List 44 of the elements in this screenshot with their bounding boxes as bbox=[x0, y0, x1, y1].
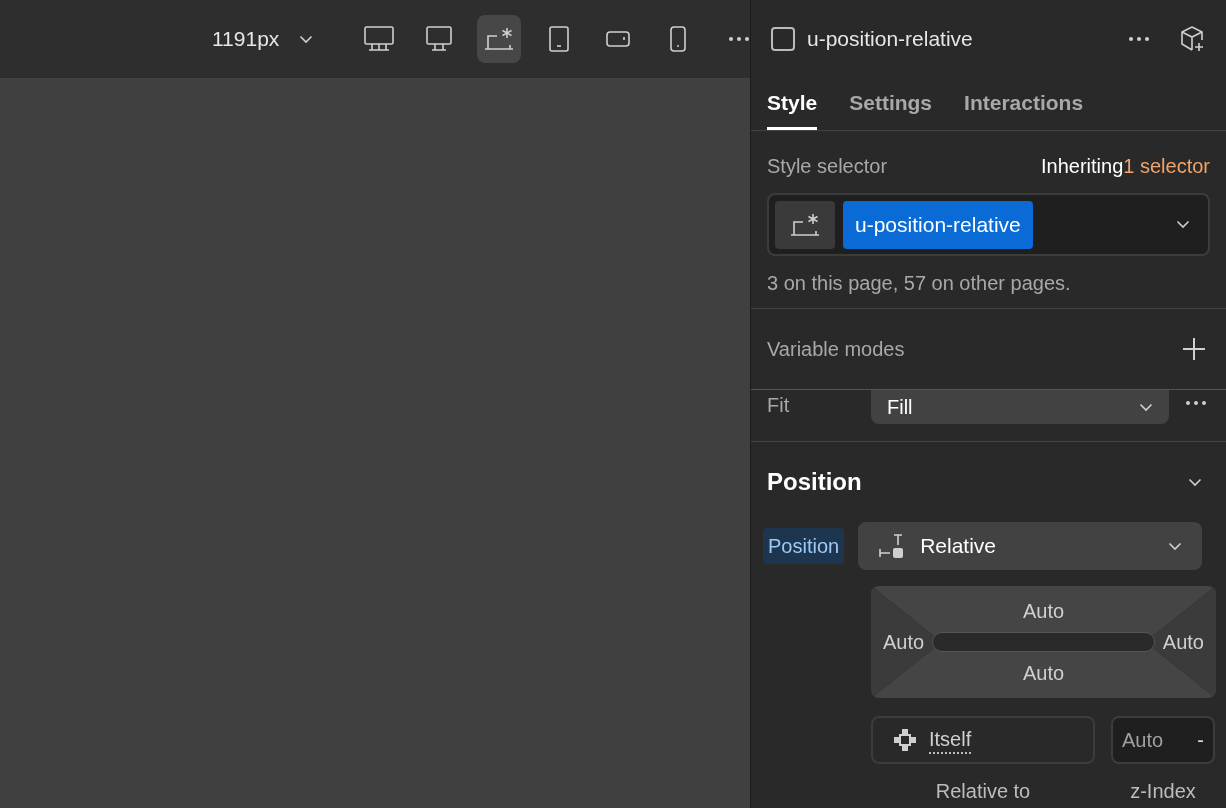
fit-dropdown[interactable]: Fill bbox=[871, 390, 1169, 424]
relative-to-field[interactable]: Itself bbox=[871, 716, 1095, 764]
element-name: u-position-relative bbox=[807, 26, 974, 53]
add-component-icon[interactable] bbox=[1178, 25, 1206, 53]
panel-tab[interactable]: Interactions bbox=[964, 78, 1084, 130]
width-dropdown[interactable]: 1191px bbox=[212, 23, 314, 55]
chevron-down-icon bbox=[1176, 220, 1190, 229]
selector-field[interactable]: u-position-relative bbox=[767, 193, 1210, 256]
fit-label: Fit bbox=[767, 393, 791, 418]
laptop-asterisk-icon bbox=[482, 25, 515, 53]
position-label: Position bbox=[763, 528, 845, 564]
panel-tab[interactable]: Style bbox=[767, 78, 818, 130]
chevron-down-icon bbox=[1188, 477, 1202, 487]
panel-tab[interactable]: Settings bbox=[849, 78, 933, 130]
relative-to-label: Relative to bbox=[934, 779, 1032, 804]
more-icon[interactable] bbox=[728, 36, 751, 42]
plus-icon[interactable] bbox=[1182, 337, 1206, 361]
z-index-label: z-Index bbox=[1129, 779, 1197, 804]
element-checkbox[interactable] bbox=[771, 27, 795, 51]
large-desktop-icon bbox=[363, 25, 396, 53]
desktop-icon bbox=[425, 25, 453, 53]
bottom-offset[interactable]: Auto bbox=[1022, 658, 1065, 688]
inherited-selector-link[interactable]: 1 selector bbox=[1123, 151, 1210, 181]
usage-text: 3 on this page, 57 on other pages. bbox=[767, 271, 1072, 296]
phone-icon bbox=[669, 25, 688, 53]
more-icon[interactable] bbox=[1128, 36, 1150, 42]
right-offset[interactable]: Auto bbox=[1162, 627, 1204, 657]
z-index-field[interactable]: Auto - bbox=[1111, 716, 1215, 764]
left-offset[interactable]: Auto bbox=[883, 627, 925, 657]
chevron-down-icon bbox=[299, 34, 314, 44]
phone-landscape-icon bbox=[605, 29, 632, 49]
tablet-icon bbox=[547, 25, 570, 53]
inheriting-label: Inheriting bbox=[1041, 154, 1124, 179]
class-chip[interactable]: u-position-relative bbox=[843, 200, 1033, 249]
chevron-down-icon bbox=[1139, 402, 1153, 412]
breakpoint-button[interactable] bbox=[476, 15, 521, 63]
position-icon bbox=[878, 533, 905, 559]
chevron-down-icon bbox=[1168, 541, 1183, 551]
section-title: Position bbox=[767, 467, 862, 497]
top-offset[interactable]: Auto bbox=[1022, 596, 1065, 626]
variable-modes-label: Variable modes bbox=[767, 337, 905, 362]
style-selector-label: Style selector bbox=[767, 154, 888, 179]
position-dropdown[interactable]: Relative bbox=[858, 522, 1203, 570]
more-icon[interactable] bbox=[1185, 400, 1207, 406]
